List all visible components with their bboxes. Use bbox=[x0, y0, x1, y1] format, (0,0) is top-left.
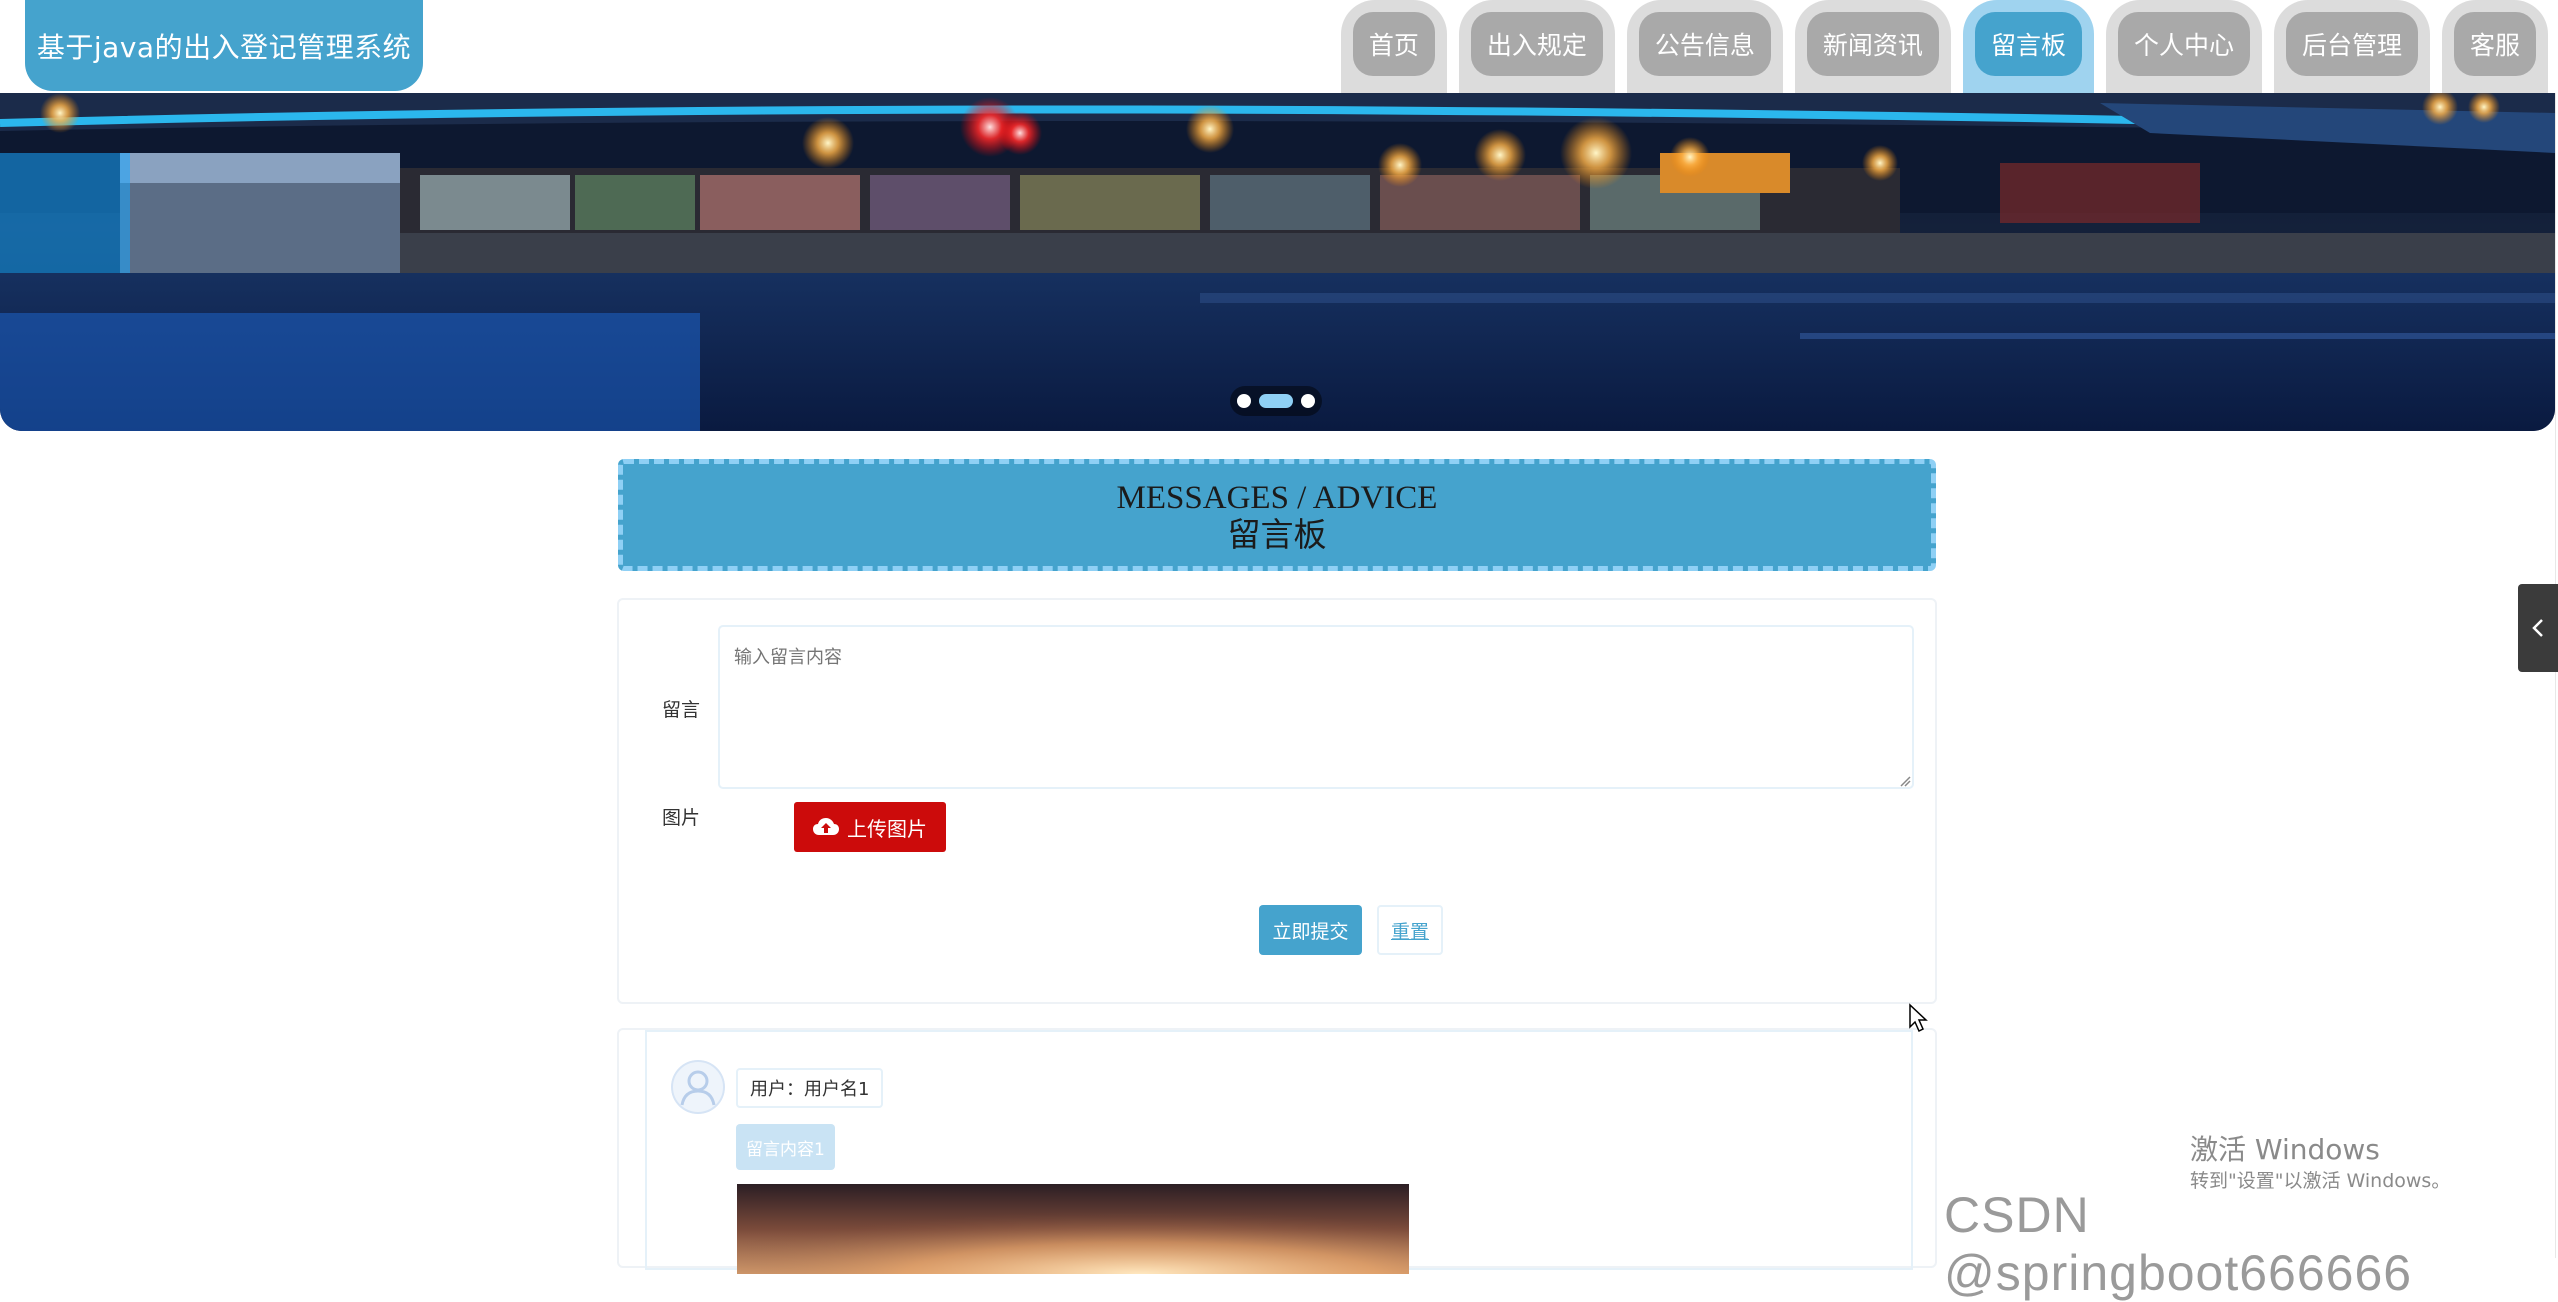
csdn-watermark: CSDN @springboot666666 bbox=[1944, 1187, 2413, 1301]
upload-label: 上传图片 bbox=[847, 816, 927, 841]
carousel-indicators bbox=[1230, 386, 1322, 416]
section-title-cn: 留言板 bbox=[1227, 518, 1327, 554]
mouse-cursor-icon bbox=[1909, 1003, 1928, 1033]
section-title-box: MESSAGES / ADVICE 留言板 bbox=[618, 459, 1936, 571]
windows-activation-title: 激活 Windows bbox=[2190, 1133, 2380, 1166]
site-title: 基于java的出入登记管理系统 bbox=[36, 30, 412, 64]
resize-grip-icon[interactable] bbox=[1899, 775, 1911, 787]
message-input[interactable] bbox=[718, 625, 1914, 789]
nav-item-admin[interactable]: 后台管理 bbox=[2273, 0, 2430, 93]
nav-label: 首页 bbox=[1352, 12, 1435, 76]
list-item: 用户：用户名1 留言内容1 bbox=[645, 1030, 1913, 1274]
message-form: 留言 图片 上传图片 立即提交 重置 bbox=[617, 598, 1937, 1004]
banner-carousel[interactable] bbox=[0, 93, 2555, 431]
nav-item-news[interactable]: 新闻资讯 bbox=[1794, 0, 1951, 93]
nav-item-notices[interactable]: 公告信息 bbox=[1626, 0, 1783, 93]
nav-item-profile[interactable]: 个人中心 bbox=[2105, 0, 2262, 93]
image-label: 图片 bbox=[662, 807, 701, 829]
nav-item-home[interactable]: 首页 bbox=[1340, 0, 1447, 93]
carousel-dot[interactable] bbox=[1237, 394, 1251, 408]
side-panel-toggle[interactable] bbox=[2518, 584, 2558, 672]
carousel-dot[interactable] bbox=[1301, 394, 1315, 408]
message-list: 用户：用户名1 留言内容1 bbox=[617, 1028, 1937, 1274]
main-nav: 首页 出入规定 公告信息 新闻资讯 留言板 个人中心 后台管理 客服 bbox=[1329, 0, 2548, 93]
nav-item-rules[interactable]: 出入规定 bbox=[1458, 0, 1615, 93]
nav-item-messages[interactable]: 留言板 bbox=[1962, 0, 2094, 93]
reset-button[interactable]: 重置 bbox=[1377, 905, 1443, 955]
nav-label: 客服 bbox=[2453, 12, 2536, 76]
chevron-left-icon bbox=[2532, 619, 2543, 637]
upload-image-button[interactable]: 上传图片 bbox=[794, 802, 946, 852]
page-edge-line bbox=[2555, 93, 2556, 1258]
user-avatar-icon bbox=[671, 1060, 725, 1114]
message-label: 留言 bbox=[662, 699, 701, 721]
nav-label: 后台管理 bbox=[2285, 12, 2418, 76]
section-title-en: MESSAGES / ADVICE bbox=[1116, 480, 1438, 516]
submit-button[interactable]: 立即提交 bbox=[1259, 905, 1362, 955]
cloud-upload-icon bbox=[813, 818, 839, 835]
carousel-dot-active[interactable] bbox=[1259, 394, 1293, 408]
message-content: 留言内容1 bbox=[736, 1124, 835, 1170]
message-image bbox=[737, 1184, 1409, 1274]
nav-label: 个人中心 bbox=[2117, 12, 2250, 76]
nav-item-service[interactable]: 客服 bbox=[2441, 0, 2548, 93]
nav-label: 公告信息 bbox=[1638, 12, 1771, 76]
nav-label: 留言板 bbox=[1974, 12, 2082, 76]
nav-label: 出入规定 bbox=[1470, 12, 1603, 76]
nav-label: 新闻资讯 bbox=[1806, 12, 1939, 76]
message-user: 用户：用户名1 bbox=[736, 1068, 884, 1108]
site-logo[interactable]: 基于java的出入登记管理系统 bbox=[25, 0, 423, 91]
banner-image bbox=[0, 93, 2555, 431]
